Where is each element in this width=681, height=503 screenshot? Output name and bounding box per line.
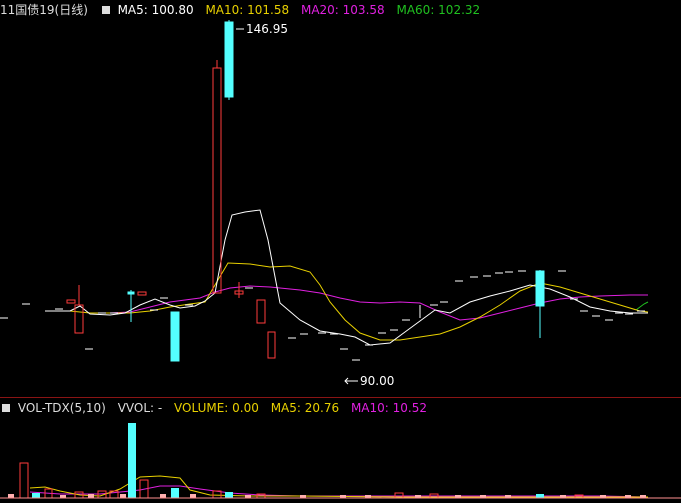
vvol-legend: VVOL: - bbox=[117, 401, 163, 415]
vol-ma10-legend: MA10: 10.52 bbox=[350, 401, 427, 415]
ma20-line bbox=[109, 285, 648, 321]
volume-chart-header: VOL-TDX(5,10) VVOL: - VOLUME: 0.00 MA5: … bbox=[0, 398, 435, 418]
volume-indicator-menu-icon[interactable] bbox=[2, 404, 10, 412]
ma5-line bbox=[45, 209, 648, 346]
low-price-label: 90.00 bbox=[360, 374, 395, 388]
ma10-line bbox=[45, 262, 649, 341]
price-chart[interactable] bbox=[0, 0, 681, 503]
ma60-line bbox=[635, 301, 649, 311]
volume-legend: VOLUME: 0.00 bbox=[174, 401, 259, 415]
volume-indicator-name: VOL-TDX(5,10) bbox=[17, 401, 106, 415]
high-price-label: 146.95 bbox=[246, 22, 288, 36]
volume-chart bbox=[0, 423, 681, 499]
vol-ma5-line bbox=[29, 475, 648, 498]
vol-ma5-legend: MA5: 20.76 bbox=[270, 401, 340, 415]
